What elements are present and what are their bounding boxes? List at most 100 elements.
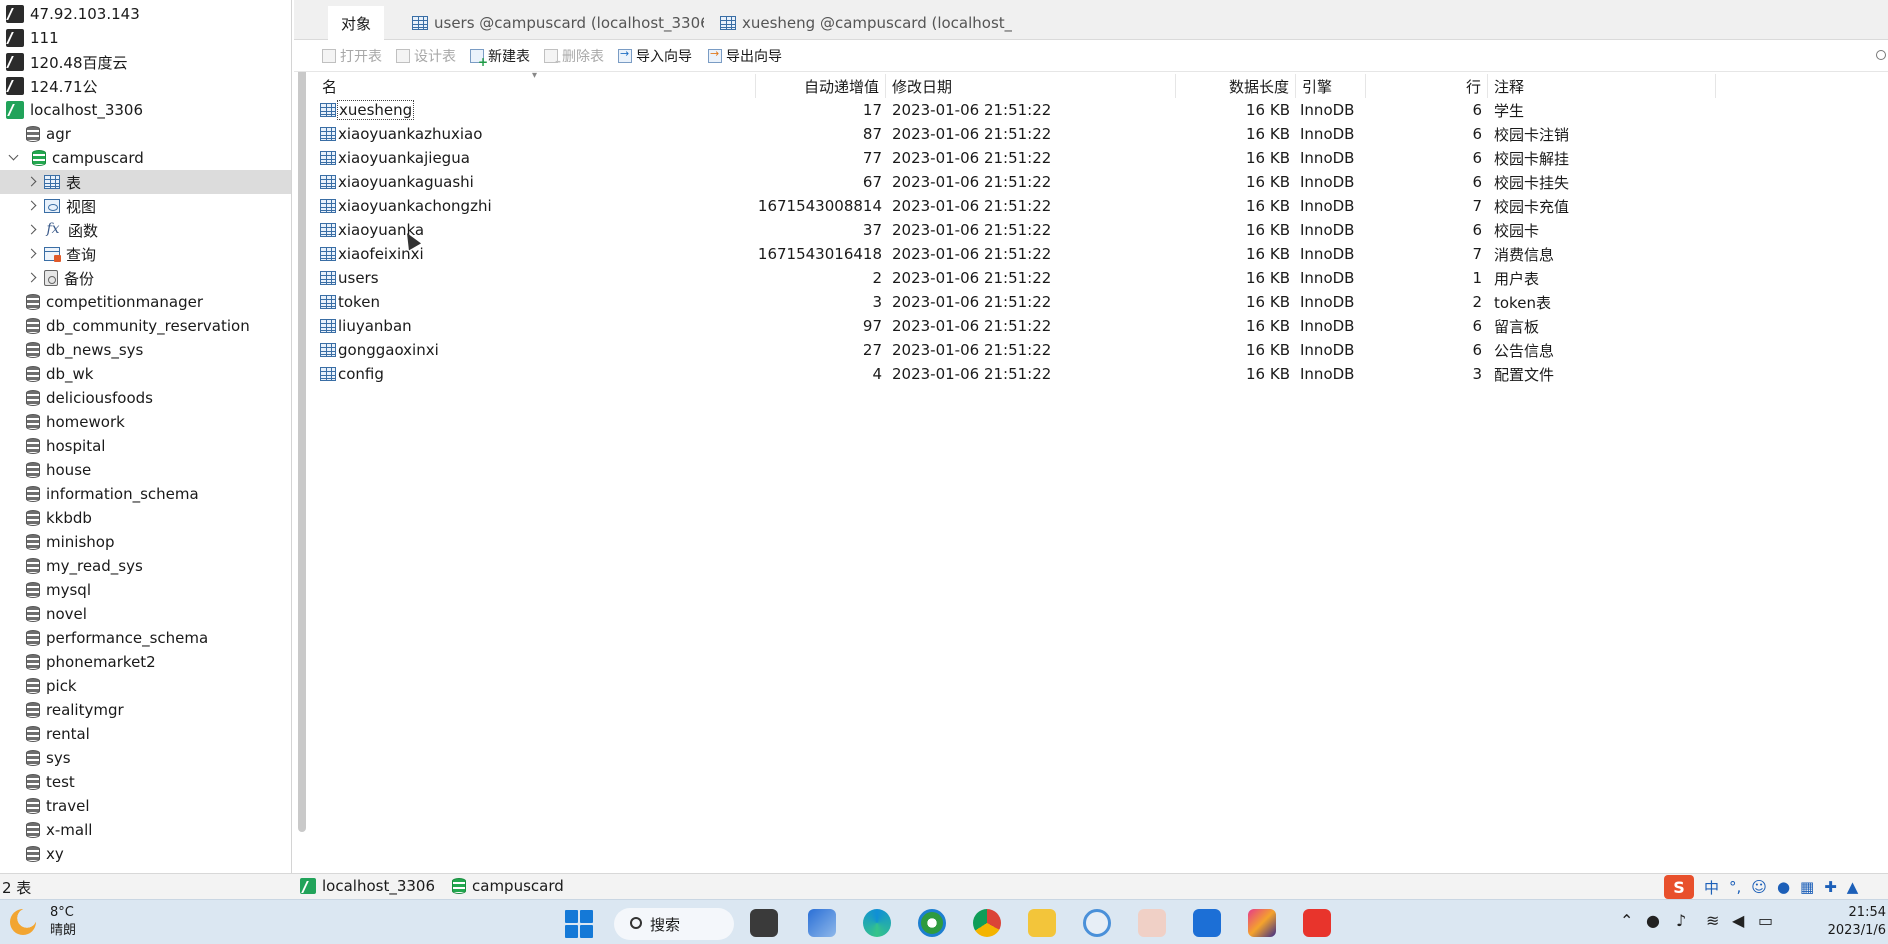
table-row[interactable]: token 3 2023-01-06 21:51:22 16 KB InnoDB 2 tok… (316, 290, 1716, 314)
database-item[interactable]: information_schema (0, 482, 291, 506)
table-row[interactable]: users 2 2023-01-06 21:51:22 16 KB InnoDB 1 用户表 (316, 266, 1716, 290)
connection-120-48[interactable]: 120.48百度云 (0, 50, 291, 74)
network-app-icon[interactable] (808, 909, 836, 937)
file-explorer-icon[interactable] (1028, 909, 1056, 937)
table-row[interactable]: xiaoyuanka 37 2023-01-06 21:51:22 16 KB Inno… (316, 218, 1716, 242)
database-item[interactable]: competitionmanager (0, 290, 291, 314)
database-item[interactable]: pick (0, 674, 291, 698)
database-item[interactable]: minishop (0, 530, 291, 554)
database-item[interactable]: travel (0, 794, 291, 818)
column-header-data-length[interactable]: 数据长度 (1176, 74, 1296, 98)
database-agr[interactable]: agr (0, 122, 291, 146)
tab-xuesheng[interactable]: xuesheng @campuscard (localhost_... (712, 6, 1012, 40)
qq-icon[interactable]: ● (1646, 911, 1660, 930)
database-item[interactable]: phonemarket2 (0, 650, 291, 674)
database-item[interactable]: deliciousfoods (0, 386, 291, 410)
ime-toolbar[interactable]: S 中 °, ☺ ● ▦ ✚ ▲ (1658, 874, 1888, 900)
battery-icon[interactable]: ▭ (1758, 911, 1773, 930)
connection-localhost-3306[interactable]: localhost_3306 (0, 98, 291, 122)
node-tables[interactable]: 表 (0, 170, 291, 194)
column-header-auto-increment[interactable]: 自动递增值 (756, 74, 886, 98)
edge-browser-icon[interactable] (863, 909, 891, 937)
design-table-button[interactable]: 设计表 (396, 46, 456, 66)
skin-icon[interactable]: ▲ (1847, 878, 1859, 896)
import-wizard-button[interactable]: 导入向导 (618, 46, 692, 66)
table-row[interactable]: xuesheng 17 2023-01-06 21:51:22 16 KB InnoDB… (316, 98, 1716, 122)
database-item[interactable]: kkbdb (0, 506, 291, 530)
database-item[interactable]: x-mall (0, 818, 291, 842)
ime-mode[interactable]: 中 (1704, 877, 1719, 898)
tab-users[interactable]: users @campuscard (localhost_3306... (404, 6, 704, 40)
database-item[interactable]: db_wk (0, 362, 291, 386)
database-item[interactable]: homework (0, 410, 291, 434)
database-item[interactable]: sys (0, 746, 291, 770)
chevron-right-icon[interactable] (26, 248, 38, 260)
connection-124-71[interactable]: 124.71公 (0, 74, 291, 98)
open-table-button[interactable]: 打开表 (322, 46, 382, 66)
database-item[interactable]: hospital (0, 434, 291, 458)
node-queries[interactable]: 查询 (0, 242, 291, 266)
volume-icon[interactable]: ◀ (1732, 911, 1744, 930)
intellij-app-icon[interactable] (1248, 909, 1276, 937)
tools-icon[interactable]: ✚ (1824, 878, 1837, 896)
chevron-down-icon[interactable] (8, 152, 20, 164)
microphone-icon[interactable]: ● (1777, 878, 1790, 896)
search-icon[interactable] (1876, 50, 1886, 60)
node-views[interactable]: 视图 (0, 194, 291, 218)
table-row[interactable]: gonggaoxinxi 27 2023-01-06 21:51:22 16 KB In… (316, 338, 1716, 362)
chevron-right-icon[interactable] (26, 176, 38, 188)
chevron-up-icon[interactable]: ⌃ (1620, 911, 1633, 930)
ime-punctuation[interactable]: °, (1729, 878, 1741, 896)
table-row[interactable]: config 4 2023-01-06 21:51:22 16 KB InnoDB 3 配置… (316, 362, 1716, 386)
database-item[interactable]: novel (0, 602, 291, 626)
microphone-icon[interactable]: ♪ (1676, 911, 1686, 930)
database-item[interactable]: realitymgr (0, 698, 291, 722)
sidebar-scrollbar[interactable] (298, 22, 306, 832)
delete-table-button[interactable]: 删除表 (544, 46, 604, 68)
keyboard-icon[interactable]: ▦ (1800, 878, 1814, 896)
table-row[interactable]: xiaoyuankachongzhi 1671543008814 2023-01-0… (316, 194, 1716, 218)
system-clock[interactable]: 21:54 2023/1/6 (1826, 904, 1886, 940)
table-row[interactable]: xiaofeixinxi 1671543016418 2023-01-06 21:5… (316, 242, 1716, 266)
connection-47-92-103-143[interactable]: 47.92.103.143 (0, 2, 291, 26)
database-item[interactable]: xy (0, 842, 291, 866)
chevron-right-icon[interactable] (26, 200, 38, 212)
tab-objects[interactable]: 对象 (328, 6, 384, 40)
database-item[interactable]: my_read_sys (0, 554, 291, 578)
connection-111[interactable]: 111 (0, 26, 291, 50)
chevron-right-icon[interactable] (26, 272, 38, 284)
database-item[interactable]: db_community_reservation (0, 314, 291, 338)
wifi-icon[interactable]: ≋ (1706, 911, 1719, 930)
new-table-button[interactable]: 新建表 (470, 46, 530, 69)
table-row[interactable]: liuyanban 97 2023-01-06 21:51:22 16 KB InnoD… (316, 314, 1716, 338)
database-item[interactable]: db_news_sys (0, 338, 291, 362)
table-row[interactable]: xiaoyuankaguashi 67 2023-01-06 21:51:22 16 … (316, 170, 1716, 194)
ie-browser-icon[interactable] (918, 909, 946, 937)
chevron-right-icon[interactable] (26, 224, 38, 236)
database-item[interactable]: performance_schema (0, 626, 291, 650)
start-button[interactable] (565, 910, 593, 938)
weather-widget[interactable]: 8°C 晴朗 (10, 904, 76, 940)
task-view-icon[interactable] (750, 909, 778, 937)
database-campuscard[interactable]: campuscard (0, 146, 291, 170)
powerpoint-app-icon[interactable] (1138, 909, 1166, 937)
export-wizard-button[interactable]: 导出向导 (708, 46, 782, 66)
column-header-comment[interactable]: 注释 (1488, 74, 1716, 98)
table-row[interactable]: xiaoyuankajiegua 77 2023-01-06 21:51:22 16 … (316, 146, 1716, 170)
table-row[interactable]: xiaoyuankazhuxiao 87 2023-01-06 21:51:22 16… (316, 122, 1716, 146)
wps-app-icon[interactable] (1303, 909, 1331, 937)
navicat-app-icon[interactable] (1083, 909, 1111, 937)
chrome-browser-icon[interactable] (973, 909, 1001, 937)
taskbar-search-box[interactable]: 搜索 (614, 908, 734, 940)
database-item[interactable]: test (0, 770, 291, 794)
column-header-rows[interactable]: 行 (1366, 74, 1488, 98)
sogou-ime-icon[interactable]: S (1664, 875, 1694, 899)
node-backups[interactable]: 备份 (0, 266, 291, 290)
database-item[interactable]: house (0, 458, 291, 482)
column-header-engine[interactable]: 引擎 (1296, 74, 1366, 98)
database-item[interactable]: mysql (0, 578, 291, 602)
phone-app-icon[interactable] (1193, 909, 1221, 937)
column-header-modified[interactable]: 修改日期 (886, 74, 1176, 98)
database-item[interactable]: rental (0, 722, 291, 746)
node-functions[interactable]: fx 函数 (0, 218, 291, 242)
